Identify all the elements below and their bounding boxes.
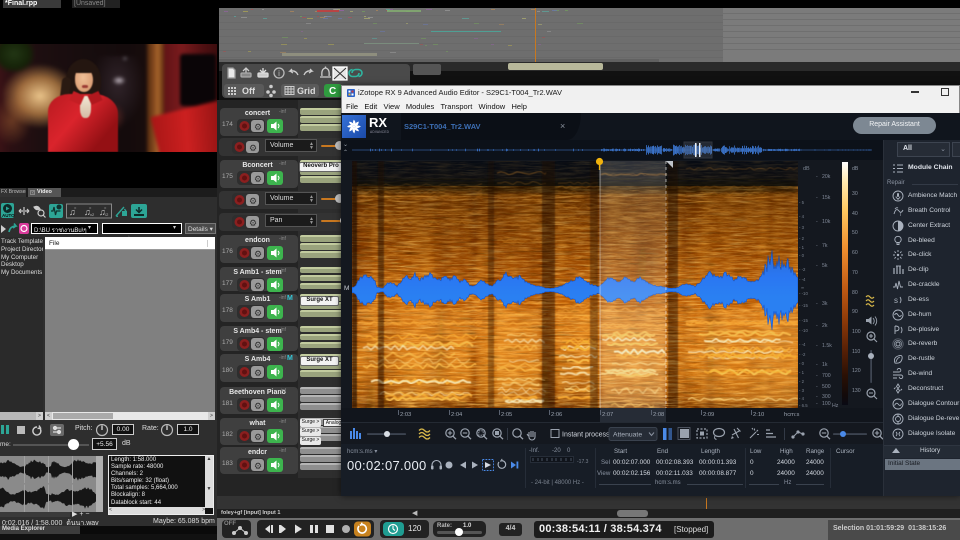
svg-text:⚙: ⚙ [254, 249, 262, 259]
svg-text:⚙: ⚙ [254, 461, 262, 471]
svg-text:=: = [89, 205, 92, 210]
svg-text:⚙: ⚙ [254, 368, 262, 378]
svg-text:⚙: ⚙ [249, 196, 257, 206]
svg-text:⚙: ⚙ [254, 174, 262, 184]
svg-text:⚙: ⚙ [254, 340, 262, 350]
svg-text:l: l [900, 212, 901, 217]
svg-text:x2: x2 [90, 212, 95, 217]
svg-text:Attenuate: Attenuate [613, 432, 642, 439]
svg-text:⚙: ⚙ [249, 218, 257, 228]
svg-text:AUTO: AUTO [2, 213, 15, 218]
svg-text:i: i [278, 69, 280, 78]
svg-text:=: = [74, 205, 77, 210]
svg-text:⚙: ⚙ [254, 401, 262, 411]
svg-text:Instant process: Instant process [562, 432, 610, 439]
svg-text:=: = [104, 205, 107, 210]
svg-text:⚙: ⚙ [254, 122, 262, 132]
svg-text:Grid: Grid [297, 86, 316, 96]
svg-text:/2: /2 [105, 212, 109, 217]
svg-text:s: s [894, 296, 898, 305]
svg-text:⚙: ⚙ [254, 281, 262, 291]
svg-text:C: C [329, 86, 336, 97]
svg-text:⚙: ⚙ [254, 432, 262, 442]
svg-text:Off: Off [242, 86, 256, 96]
svg-text:⚙: ⚙ [249, 143, 257, 153]
svg-text:⚙: ⚙ [254, 308, 262, 318]
